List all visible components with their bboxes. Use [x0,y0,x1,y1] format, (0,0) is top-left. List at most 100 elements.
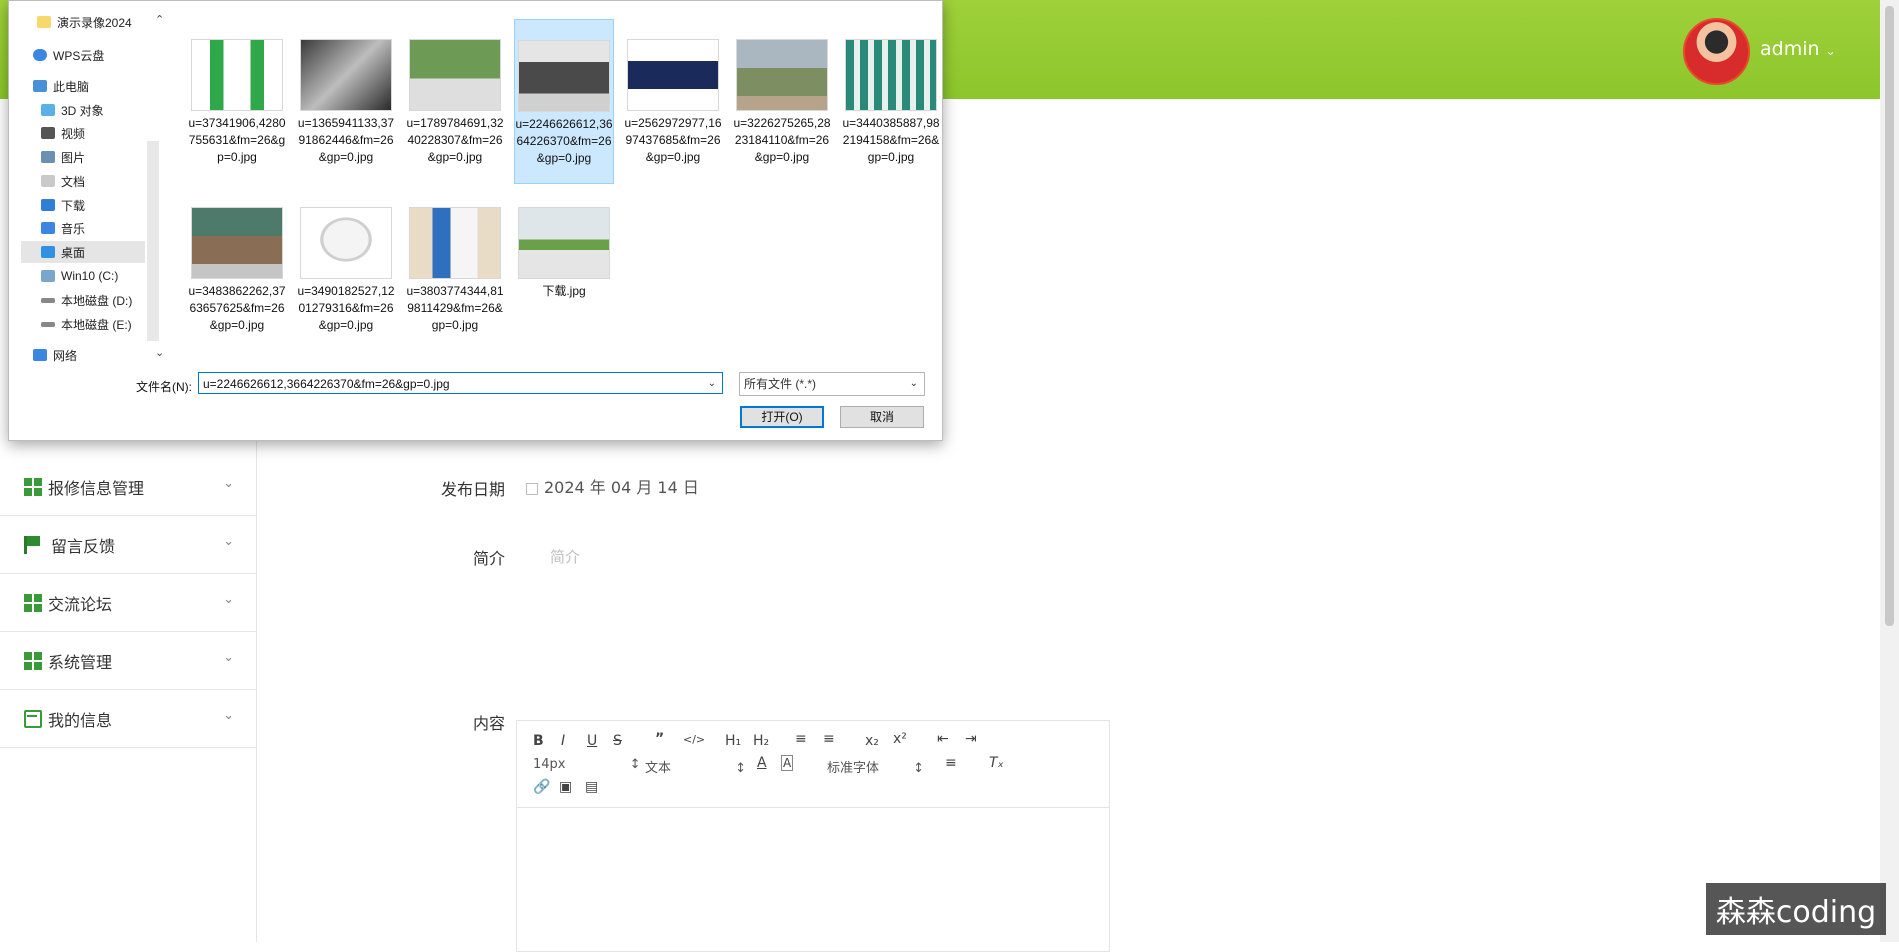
publish-date-label: 发布日期 [440,480,505,499]
background-color-icon[interactable]: A [781,755,794,771]
sidebar-item-repair[interactable]: 报修信息管理 ⌄ [0,458,256,516]
file-tile-selected[interactable]: u=2246626612,3664226370&fm=26&gp=0.jpg [514,19,614,184]
cancel-button[interactable]: 取消 [840,406,924,428]
link-icon[interactable]: 🔗 [533,779,550,795]
page-scrollbar[interactable] [1880,0,1899,942]
file-thumbnail [191,207,283,279]
chevron-down-icon[interactable]: ⌄ [155,346,164,359]
code-icon[interactable]: </> [683,733,705,746]
file-name: u=3483862262,3763657625&fm=26&gp=0.jpg [188,284,286,332]
file-name: u=1365941133,3791862446&fm=26&gp=0.jpg [297,116,395,164]
italic-icon[interactable]: I [561,733,565,749]
content-label: 内容 [472,714,505,733]
heading1-icon[interactable]: H₁ [725,733,741,749]
file-open-dialog: 演示录像2024 ⌃ WPS云盘 此电脑 3D 对象 视频 图片 文档 下载 音… [8,0,943,441]
sidebar-item-label: 报修信息管理 [48,478,145,498]
outdent-icon[interactable]: ⇤ [937,731,949,747]
nav-label: 演示录像2024 [57,15,132,30]
nav-label: 3D 对象 [61,103,104,118]
blockquote-icon[interactable]: ” [655,731,664,747]
ordered-list-icon[interactable]: ≡ [795,731,807,747]
file-tile[interactable]: u=3483862262,3763657625&fm=26&gp=0.jpg [187,187,287,352]
bullet-list-icon[interactable]: ≡ [823,731,835,747]
grid-icon [24,593,42,612]
desktop-icon [41,246,55,258]
file-name: 下载.jpg [542,284,586,298]
image-icon[interactable]: ▣ [559,779,572,795]
file-type-select[interactable]: 所有文件 (*.*) ⌄ [739,372,925,396]
filename-value: u=2246626612,3664226370&fm=26&gp=0.jpg [203,377,450,391]
avatar[interactable] [1683,18,1750,85]
file-tile[interactable]: u=37341906,4280755631&fm=26&gp=0.jpg [187,19,287,184]
nav-item-this-pc[interactable]: 此电脑 [33,75,169,97]
nav-label: 视频 [61,126,86,141]
file-tile[interactable]: u=3490182527,1201279316&fm=26&gp=0.jpg [296,187,396,352]
file-tile[interactable]: 下载.jpg [514,187,614,352]
clear-format-icon[interactable]: Tₓ [989,755,1004,771]
file-tile[interactable]: u=3440385887,982194158&fm=26&gp=0.jpg [841,19,941,184]
nav-item-wps-cloud[interactable]: WPS云盘 [33,44,169,66]
sidebar-item-forum[interactable]: 交流论坛 ⌄ [0,574,256,632]
chevron-down-icon[interactable]: ⌄ [708,373,716,395]
file-tile[interactable]: u=3803774344,819811429&fm=26&gp=0.jpg [405,187,505,352]
sidebar-item-myinfo[interactable]: 我的信息 ⌄ [0,690,256,748]
file-name: u=3226275265,2823184110&fm=26&gp=0.jpg [733,116,831,164]
nav-label: 本地磁盘 (D:) [61,293,133,308]
filename-input[interactable]: u=2246626612,3664226370&fm=26&gp=0.jpg ⌄ [198,372,723,394]
nav-item-3d-objects[interactable]: 3D 对象 [41,99,177,121]
subscript-icon[interactable]: x₂ [865,733,879,749]
video-icon[interactable]: ▤ [585,779,598,795]
file-tile[interactable]: u=2562972977,1697437685&fm=26&gp=0.jpg [623,19,723,184]
font-size-select[interactable]: 14px ↕ [533,757,641,772]
username-label: admin [1760,38,1820,60]
font-color-icon[interactable]: A [757,755,767,771]
nav-label: Win10 (C:) [61,269,119,283]
cube-icon [41,104,55,116]
music-note-icon [41,222,55,234]
calendar-icon [526,482,538,495]
file-thumbnail [191,39,283,111]
watermark: 森森coding [1706,883,1886,935]
nav-label: 音乐 [61,221,86,236]
file-tile[interactable]: u=1789784691,3240228307&fm=26&gp=0.jpg [405,19,505,184]
chevron-down-icon: ⌄ [909,378,918,389]
nav-label: 桌面 [61,245,86,260]
editor-toolbar: B I U S ” </> H₁ H₂ ≡ ≡ x₂ x² ⇤ ⇥ 14px ↕… [517,721,1109,808]
rich-text-editor[interactable]: B I U S ” </> H₁ H₂ ≡ ≡ x₂ x² ⇤ ⇥ 14px ↕… [516,720,1110,952]
strikethrough-icon[interactable]: S [613,733,622,749]
sidebar-item-feedback[interactable]: 留言反馈 ⌄ [0,516,256,574]
user-menu[interactable]: admin ⌄ [1760,38,1836,60]
underline-icon[interactable]: U [587,733,597,749]
file-name: u=3440385887,982194158&fm=26&gp=0.jpg [842,116,940,164]
file-thumbnail [518,40,610,112]
nav-label: 文档 [61,174,86,189]
nav-label: 下载 [61,198,86,213]
intro-input[interactable]: 简介 [550,546,580,567]
block-type-select[interactable]: 文本 ↕ [645,757,746,776]
heading2-icon[interactable]: H₂ [753,733,769,749]
file-tile[interactable]: u=3226275265,2823184110&fm=26&gp=0.jpg [732,19,832,184]
grid-icon [24,477,42,496]
chevron-down-icon: ⌄ [223,708,234,723]
nav-item-recordings[interactable]: 演示录像2024 [37,11,173,33]
align-icon[interactable]: ≡ [945,755,957,771]
drive-icon [41,270,55,282]
indent-icon[interactable]: ⇥ [965,731,977,747]
drive-icon [41,321,55,327]
bold-icon[interactable]: B [533,733,544,749]
font-family-select[interactable]: 标准字体 ↕ [827,757,924,776]
sidebar-item-system[interactable]: 系统管理 ⌄ [0,632,256,690]
superscript-icon[interactable]: x² [893,731,907,747]
chevron-up-icon[interactable]: ⌃ [155,13,164,26]
scrollbar-thumb[interactable] [1885,6,1894,626]
video-folder-icon [41,127,55,139]
nav-item-network[interactable]: 网络 [33,344,169,366]
picture-folder-icon [41,151,55,163]
publish-date-field[interactable]: 2024 年 04 月 14 日 [526,474,699,498]
computer-icon [33,80,47,92]
open-button[interactable]: 打开(O) [740,406,824,428]
nav-scrollbar[interactable] [147,141,159,341]
file-tile[interactable]: u=1365941133,3791862446&fm=26&gp=0.jpg [296,19,396,184]
nav-item-desktop[interactable]: 桌面 [21,241,145,263]
publish-date-value: 2024 年 04 月 14 日 [544,478,699,497]
